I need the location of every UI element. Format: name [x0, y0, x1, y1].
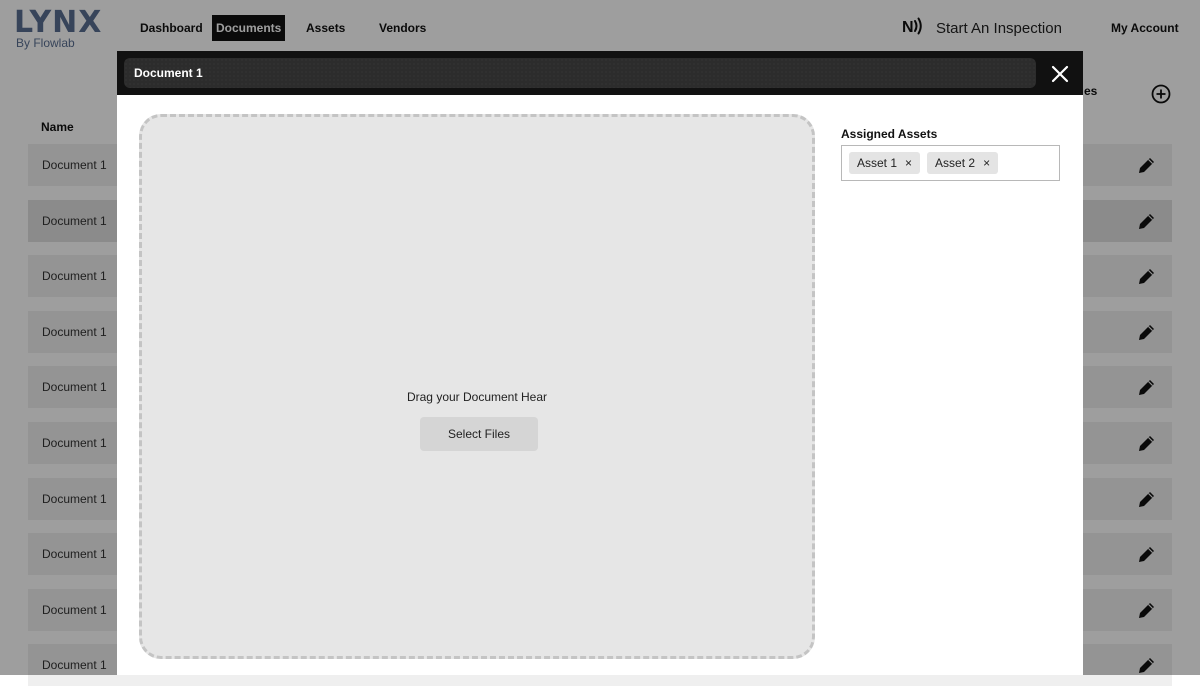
dropzone-text: Drag your Document Hear — [406, 390, 548, 404]
modal-title: Document 1 — [134, 66, 203, 80]
asset-chip-label: Asset 1 — [857, 156, 898, 170]
asset-chip: Asset 1 × — [849, 152, 921, 174]
select-files-button[interactable]: Select Files — [420, 417, 538, 451]
remove-asset-icon[interactable]: × — [905, 157, 912, 169]
modal-title-bar: Document 1 — [124, 58, 1036, 88]
assigned-assets-label: Assigned Assets — [841, 127, 938, 141]
document-modal: Document 1 Drag your Document Hear Selec… — [117, 51, 1083, 675]
close-button[interactable] — [1049, 63, 1071, 85]
modal-header: Document 1 — [117, 51, 1083, 95]
asset-chip: Asset 2 × — [927, 152, 999, 174]
file-dropzone[interactable]: Drag your Document Hear Select Files — [139, 114, 815, 659]
close-icon — [1051, 65, 1069, 83]
asset-chip-label: Asset 2 — [935, 156, 976, 170]
assigned-assets-field[interactable]: Asset 1 × Asset 2 × — [841, 145, 1060, 181]
remove-asset-icon[interactable]: × — [983, 157, 990, 169]
